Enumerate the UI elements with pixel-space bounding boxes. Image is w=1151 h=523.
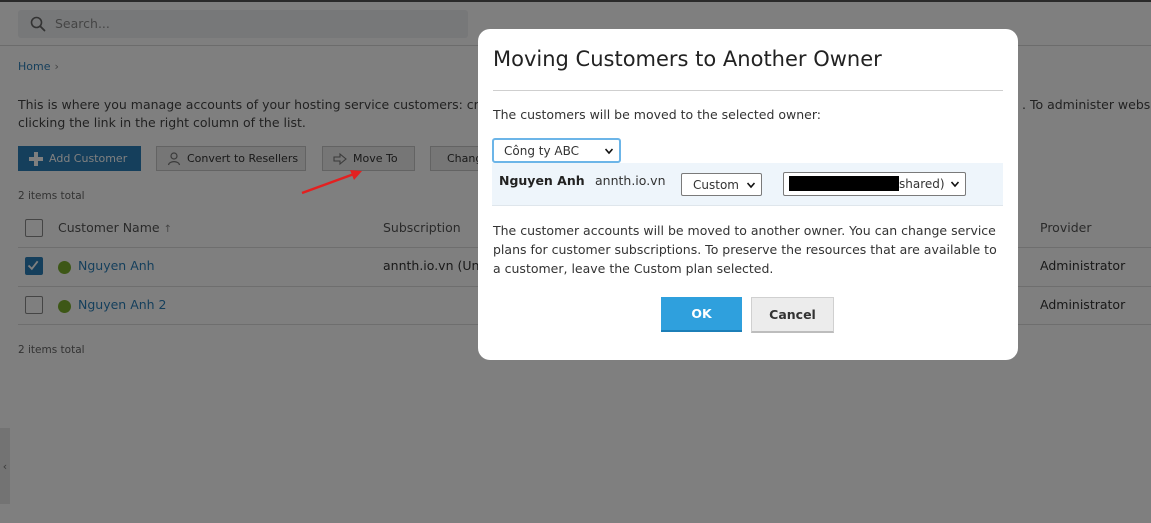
redacted-block xyxy=(789,176,899,191)
annotation-arrow-icon xyxy=(301,170,362,195)
customer-move-row: Nguyen Anh annth.io.vn Custom shared) xyxy=(492,163,1003,206)
service-plan-value: Custom xyxy=(693,177,739,192)
chevron-down-icon xyxy=(605,148,613,155)
cancel-button[interactable]: Cancel xyxy=(751,297,834,333)
dialog-subtitle: The customers will be moved to the selec… xyxy=(493,107,821,122)
chevron-down-icon xyxy=(951,181,959,188)
move-customers-dialog: Moving Customers to Another Owner The cu… xyxy=(478,29,1018,360)
customer-domain: annth.io.vn xyxy=(595,173,666,188)
service-plan-select[interactable]: Custom xyxy=(681,173,762,196)
subscription-plan-value: shared) xyxy=(899,177,945,191)
dialog-title: Moving Customers to Another Owner xyxy=(493,47,882,71)
owner-select[interactable]: Công ty ABC xyxy=(492,138,621,163)
ok-button[interactable]: OK xyxy=(661,297,742,332)
subscription-plan-select[interactable]: shared) xyxy=(783,172,966,196)
dialog-note: The customer accounts will be moved to a… xyxy=(493,223,997,276)
chevron-down-icon xyxy=(747,182,755,189)
dialog-divider xyxy=(493,90,1003,91)
customer-name: Nguyen Anh xyxy=(499,173,585,188)
owner-select-value: Công ty ABC xyxy=(504,143,579,158)
